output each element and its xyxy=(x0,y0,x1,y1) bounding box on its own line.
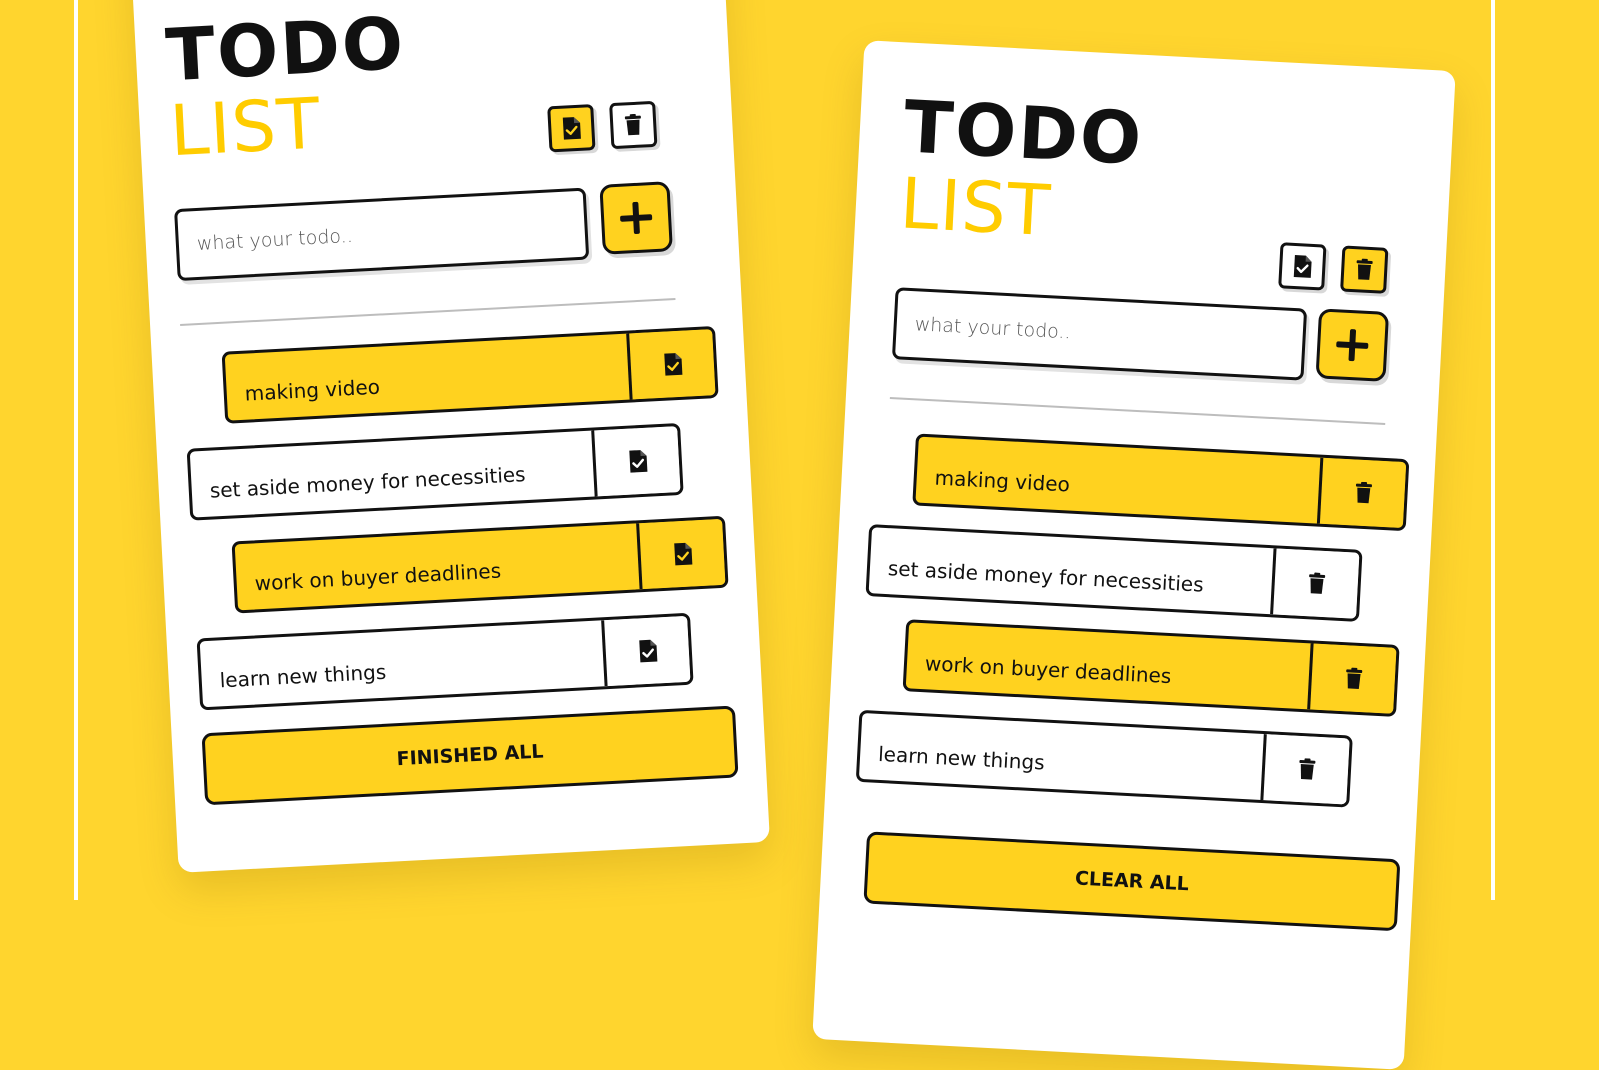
task-item[interactable]: learn new things xyxy=(855,709,1353,808)
show-finished-button[interactable] xyxy=(547,104,596,153)
file-check-icon xyxy=(673,542,692,566)
plus-icon xyxy=(1336,329,1369,362)
task-label: set aside money for necessities xyxy=(887,556,1205,597)
divider xyxy=(180,298,676,326)
task-label: learn new things xyxy=(219,659,387,693)
task-list: making video set aside money for necessit… xyxy=(855,40,1456,808)
delete-task-button[interactable] xyxy=(1316,457,1407,529)
file-check-icon xyxy=(1293,255,1312,278)
task-label: learn new things xyxy=(877,741,1046,775)
trash-icon xyxy=(624,113,641,136)
show-finished-button[interactable] xyxy=(1278,242,1327,291)
todo-input-field[interactable] xyxy=(174,187,590,282)
file-check-icon xyxy=(628,450,647,473)
task-item[interactable]: set aside money for necessities xyxy=(186,422,684,521)
task-item[interactable]: work on buyer deadlines xyxy=(902,619,1400,717)
task-label: work on buyer deadlines xyxy=(254,558,502,596)
plus-icon xyxy=(620,201,653,235)
task-item[interactable]: making video xyxy=(221,325,719,424)
divider xyxy=(889,397,1386,425)
add-todo-button[interactable] xyxy=(599,181,673,255)
task-item[interactable]: making video xyxy=(912,433,1410,532)
left-border-line xyxy=(74,0,78,900)
finish-task-button[interactable] xyxy=(636,518,726,590)
delete-task-button[interactable] xyxy=(1260,734,1350,805)
finish-task-button[interactable] xyxy=(626,329,716,400)
clear-all-button[interactable]: CLEAR ALL xyxy=(863,831,1401,932)
task-item[interactable]: work on buyer deadlines xyxy=(231,515,729,614)
file-check-icon xyxy=(562,117,581,140)
show-delete-button[interactable] xyxy=(1340,245,1389,294)
task-label: work on buyer deadlines xyxy=(924,651,1172,689)
delete-task-button[interactable] xyxy=(1307,643,1397,714)
todo-input-field[interactable] xyxy=(891,287,1308,381)
finish-task-button[interactable] xyxy=(601,615,691,687)
finish-task-button[interactable] xyxy=(591,426,681,497)
todo-card-right: TODO LIST making video set aside money fo… xyxy=(812,40,1456,1070)
task-label: set aside money for necessities xyxy=(209,462,527,503)
delete-task-button[interactable] xyxy=(1270,548,1360,619)
todo-input[interactable] xyxy=(912,312,1303,357)
title-todo: TODO xyxy=(901,84,1146,181)
file-check-icon xyxy=(663,353,682,376)
finished-all-button[interactable]: FINISHED ALL xyxy=(201,705,739,806)
title-list: LIST xyxy=(167,82,323,173)
title-list: LIST xyxy=(897,162,1053,253)
todo-input[interactable] xyxy=(194,211,585,257)
task-item[interactable]: set aside money for necessities xyxy=(865,524,1363,622)
trash-icon xyxy=(1345,667,1362,689)
trash-icon xyxy=(1355,481,1372,504)
trash-icon xyxy=(1308,572,1325,594)
task-label: making video xyxy=(934,465,1071,497)
title-todo: TODO xyxy=(163,0,408,98)
trash-icon xyxy=(1356,258,1373,280)
task-label: making video xyxy=(244,374,381,406)
trash-icon xyxy=(1298,758,1315,780)
todo-card-left: TODO LIST making video set aside money fo… xyxy=(126,0,770,873)
add-todo-button[interactable] xyxy=(1315,308,1390,382)
task-item[interactable]: learn new things xyxy=(196,612,694,711)
show-delete-button[interactable] xyxy=(609,100,658,150)
file-check-icon xyxy=(638,639,657,663)
right-border-line xyxy=(1491,0,1495,900)
